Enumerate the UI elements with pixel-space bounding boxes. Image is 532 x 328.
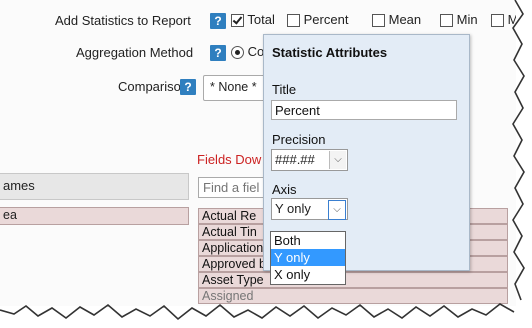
torn-edge-right: [512, 0, 532, 301]
axis-dropdown-list[interactable]: Both Y only X only: [270, 231, 346, 285]
mean-option[interactable]: Mean: [372, 12, 422, 28]
title-input[interactable]: [271, 100, 457, 120]
aggregation-label: Aggregation Method: [76, 45, 194, 60]
axis-option-both[interactable]: Both: [271, 232, 345, 249]
fields-heading: Fields Dow: [197, 152, 262, 167]
min-checkbox[interactable]: [440, 14, 453, 28]
axis-value: Y only: [275, 201, 311, 216]
count-radio[interactable]: [231, 46, 244, 60]
field-item[interactable]: Asset Type: [198, 272, 508, 288]
total-checkbox[interactable]: [231, 14, 244, 28]
panel-title: Statistic Attributes: [272, 45, 388, 60]
stats-help-icon[interactable]: ?: [210, 13, 226, 29]
axis-option-x-only[interactable]: X only: [271, 266, 345, 283]
mean-label: Mean: [388, 12, 422, 27]
max-checkbox[interactable]: [491, 14, 504, 28]
min-option[interactable]: Min: [440, 12, 478, 28]
report-designer: Add Statistics to Report ? Total Percent…: [0, 0, 516, 306]
percent-label: Percent: [303, 12, 349, 27]
title-label: Title: [272, 82, 297, 97]
torn-edge-bottom: [0, 302, 532, 328]
percent-checkbox[interactable]: [287, 14, 300, 28]
total-option[interactable]: Total: [231, 12, 275, 28]
chevron-down-icon[interactable]: ⌵: [328, 200, 346, 220]
comparison-value: * None *: [210, 80, 257, 94]
left-pane-tab[interactable]: ames: [0, 173, 189, 200]
min-label: Min: [456, 12, 478, 27]
precision-value: ###.##: [275, 152, 315, 167]
aggregation-help-icon[interactable]: ?: [210, 45, 226, 61]
comparison-help-icon[interactable]: ?: [180, 79, 196, 95]
left-pane-item[interactable]: ea: [0, 207, 189, 225]
total-label: Total: [247, 12, 275, 27]
add-statistics-label: Add Statistics to Report: [55, 13, 191, 28]
axis-option-y-only[interactable]: Y only: [271, 249, 345, 266]
percent-option[interactable]: Percent: [287, 12, 349, 28]
axis-select[interactable]: Y only ⌵: [271, 198, 348, 220]
mean-checkbox[interactable]: [372, 14, 385, 28]
precision-select[interactable]: ###.## ⌵: [271, 149, 348, 171]
left-pane-item-label: ea: [3, 208, 17, 222]
comparison-label: Comparison: [118, 79, 189, 94]
precision-label: Precision: [272, 132, 326, 147]
chevron-down-icon[interactable]: ⌵: [329, 151, 346, 169]
axis-label: Axis: [272, 182, 297, 197]
left-pane-tab-label: ames: [3, 178, 35, 193]
